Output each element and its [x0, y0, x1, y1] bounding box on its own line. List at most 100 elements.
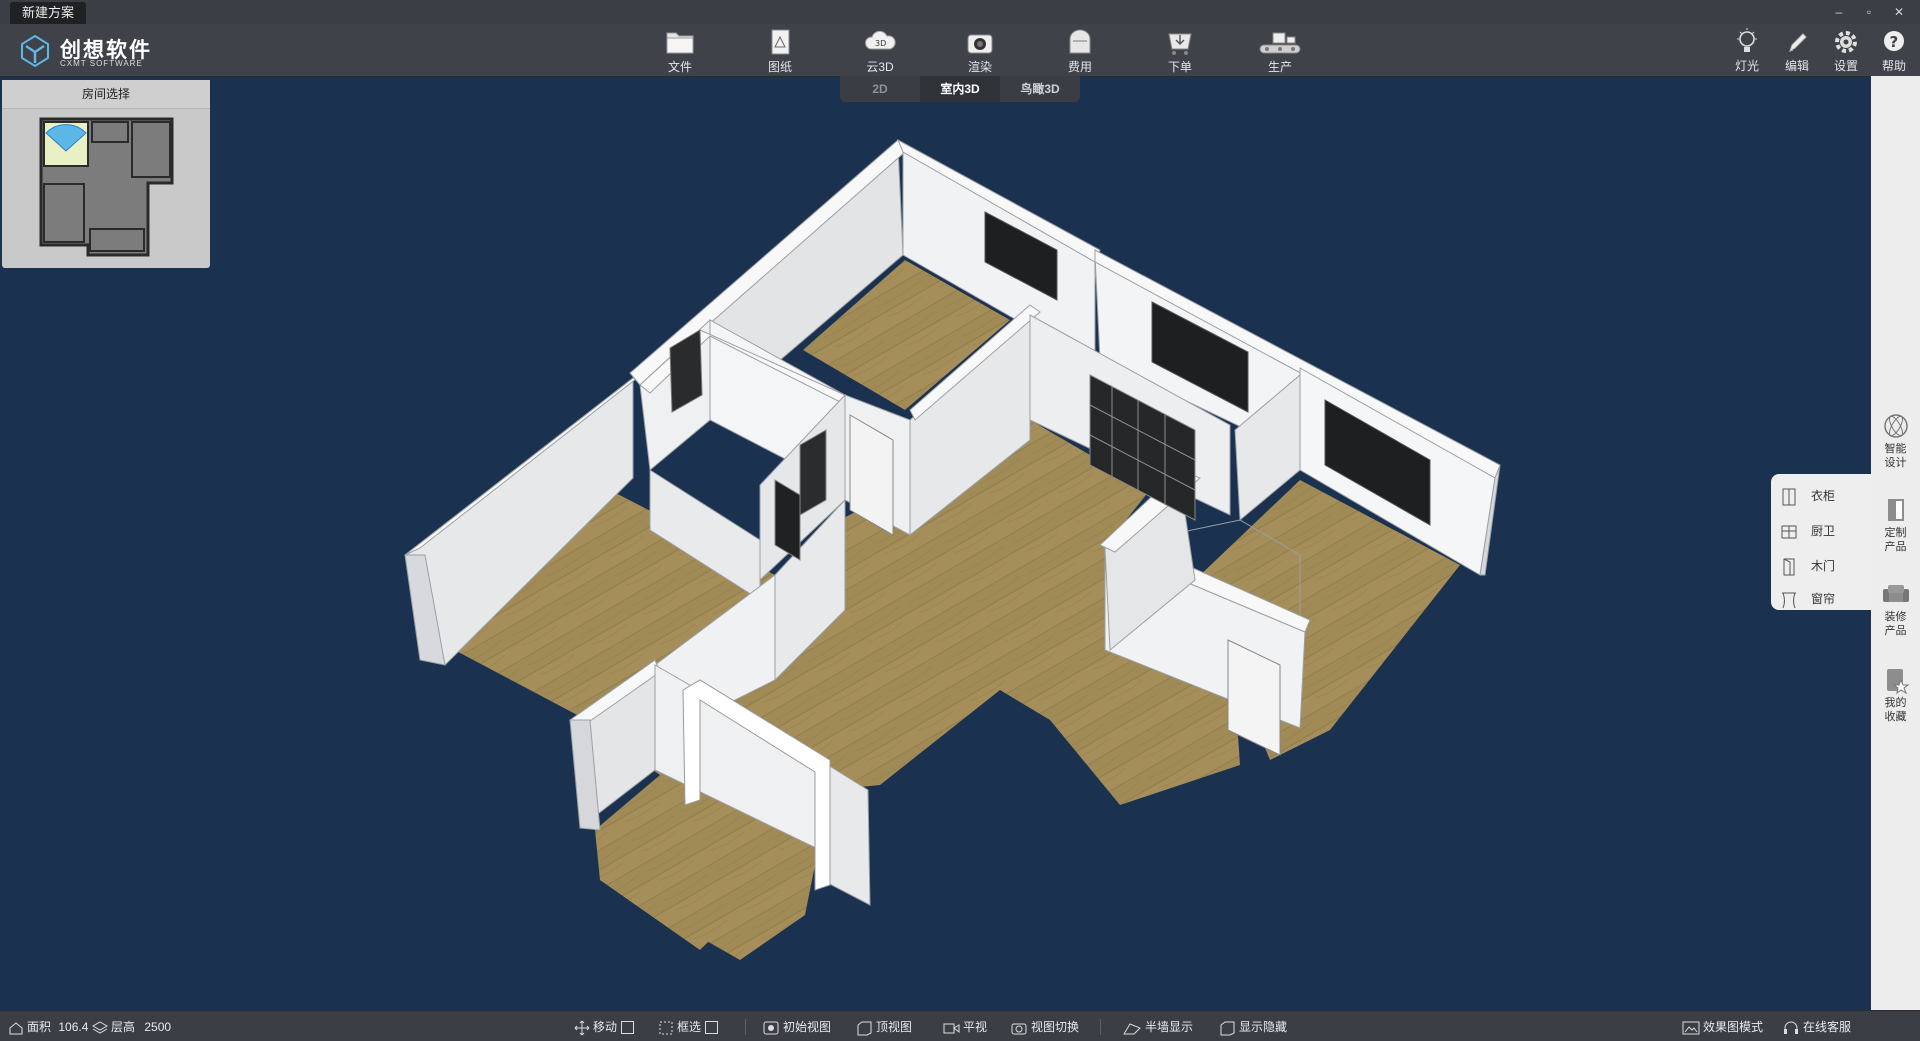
gear-icon — [1835, 31, 1857, 53]
file-label: 文件 — [667, 60, 692, 74]
settings-button[interactable]: 设置 — [1826, 27, 1866, 75]
folder-icon — [666, 32, 694, 54]
move-tool[interactable]: 移动 — [574, 1018, 635, 1036]
divider — [1100, 1019, 1101, 1035]
render-button[interactable]: 渲染 — [952, 27, 1008, 75]
help-button[interactable]: ? 帮助 — [1874, 27, 1914, 75]
view-switch-label: 视图切换 — [1031, 1020, 1080, 1034]
initial-view-label: 初始视图 — [783, 1020, 832, 1034]
custom-products-label: 定制 产品 — [1884, 527, 1907, 553]
online-service-label: 在线客服 — [1803, 1020, 1852, 1034]
edit-label: 编辑 — [1784, 59, 1809, 73]
area-value: 106.4 — [58, 1020, 89, 1034]
my-favorites-label: 我的 收藏 — [1884, 697, 1907, 723]
logo-icon — [21, 34, 49, 68]
camera-icon — [967, 34, 993, 54]
headset-icon — [1784, 1021, 1798, 1034]
smart-design-button[interactable]: 智能 设计 — [1871, 412, 1920, 470]
view-mode-switch: 2D 室内3D 鸟瞰3D — [840, 76, 1080, 102]
menu-item-curtain[interactable]: 窗帘 — [1781, 587, 1835, 611]
help-label: 帮助 — [1881, 59, 1906, 73]
decor-products-button[interactable]: 装修 产品 — [1871, 580, 1920, 638]
tab-birdseye-3d[interactable]: 鸟瞰3D — [1000, 76, 1080, 102]
initial-view-button[interactable]: 初始视图 — [762, 1018, 831, 1036]
drawing-icon — [771, 29, 790, 55]
production-button[interactable]: 生产 — [1252, 27, 1308, 75]
top-view-button[interactable]: 顶视图 — [855, 1018, 912, 1036]
order-button[interactable]: 下单 — [1152, 27, 1208, 75]
menu-item-wooden-door[interactable]: 木门 — [1781, 554, 1835, 578]
box-select-tool[interactable]: 框选 — [658, 1018, 719, 1036]
cost-label: 费用 — [1067, 60, 1092, 74]
restore-button[interactable]: ▫ — [1858, 3, 1880, 21]
decor-products-label: 装修 产品 — [1884, 611, 1907, 637]
edit-button[interactable]: 编辑 — [1777, 27, 1817, 75]
wallet-icon — [1069, 29, 1091, 54]
room-selection-panel: 房间选择 — [2, 80, 210, 268]
smart-design-label: 智能 设计 — [1884, 443, 1907, 469]
floor-plan-minimap[interactable] — [2, 109, 210, 267]
box-select-label: 框选 — [677, 1020, 702, 1034]
main-toolbar: 创想软件 CXMT SOFTWARE 文件 图纸 3D 云3D 渲染 费用 下单… — [0, 24, 1920, 77]
view-switch-button[interactable]: 视图切换 — [1010, 1018, 1079, 1036]
height-info: 层高 2500 — [91, 1018, 172, 1036]
custom-products-button[interactable]: 定制 产品 — [1871, 496, 1920, 554]
close-button[interactable]: ✕ — [1888, 3, 1910, 21]
half-wall-toggle[interactable]: 半墙显示 — [1122, 1018, 1193, 1036]
svg-text:?: ? — [1890, 33, 1899, 51]
status-bar: 面积 106.4 层高 2500 移动 框选 初始视图 顶视图 平视 视图切换 … — [0, 1010, 1920, 1041]
production-label: 生产 — [1267, 60, 1292, 74]
level-view-icon — [943, 1023, 960, 1034]
ai-atom-icon — [1883, 414, 1908, 438]
render-mode-button[interactable]: 效果图模式 — [1682, 1018, 1763, 1036]
wardrobe-label: 衣柜 — [1811, 489, 1836, 503]
tab-interior-3d[interactable]: 室内3D — [920, 76, 1000, 102]
level-view-button[interactable]: 平视 — [942, 1018, 987, 1036]
wooden-door-label: 木门 — [1811, 559, 1836, 573]
area-info: 面积 106.4 — [8, 1018, 88, 1036]
online-service-button[interactable]: 在线客服 — [1782, 1018, 1851, 1036]
my-favorites-button[interactable]: 我的 收藏 — [1871, 666, 1920, 724]
order-icon — [1168, 33, 1192, 55]
cloud-3d-button[interactable]: 3D 云3D — [852, 27, 908, 75]
drawing-label: 图纸 — [767, 60, 792, 74]
light-button[interactable]: 灯光 — [1727, 27, 1767, 75]
box-select-icon — [659, 1021, 673, 1035]
initial-view-icon — [763, 1021, 779, 1035]
kitchen-icon — [1781, 525, 1797, 539]
settings-label: 设置 — [1833, 59, 1858, 73]
tab-2d[interactable]: 2D — [840, 76, 920, 102]
file-button[interactable]: 文件 — [652, 27, 708, 75]
minimize-button[interactable]: – — [1828, 3, 1850, 21]
curtain-icon — [1782, 592, 1796, 609]
move-checkbox[interactable] — [621, 1021, 635, 1035]
drawing-button[interactable]: 图纸 — [752, 27, 808, 75]
3d-viewport[interactable] — [0, 76, 1871, 1010]
cabinet-icon — [1887, 499, 1904, 521]
cloud-3d-icon: 3D — [865, 30, 896, 50]
door-icon — [1783, 558, 1795, 576]
show-hide-label: 显示隐藏 — [1239, 1020, 1288, 1034]
favorites-icon — [1886, 669, 1909, 694]
height-value: 2500 — [144, 1020, 172, 1034]
move-icon — [574, 1020, 590, 1036]
menu-item-wardrobe[interactable]: 衣柜 — [1781, 484, 1835, 508]
level-view-label: 平视 — [963, 1020, 988, 1034]
render-mode-label: 效果图模式 — [1703, 1020, 1764, 1034]
cloud-3d-label: 云3D — [866, 60, 894, 74]
document-tab[interactable]: 新建方案 — [10, 2, 87, 24]
box-select-checkbox[interactable] — [705, 1021, 719, 1035]
show-hide-icon — [1220, 1021, 1235, 1036]
wardrobe-icon — [1782, 488, 1796, 506]
layers-icon — [91, 1021, 109, 1034]
cost-button[interactable]: 费用 — [1052, 27, 1108, 75]
menu-item-kitchen-bath[interactable]: 厨卫 — [1781, 519, 1835, 543]
show-hide-toggle[interactable]: 显示隐藏 — [1218, 1018, 1287, 1036]
svg-text:3D: 3D — [875, 39, 886, 48]
move-label: 移动 — [593, 1020, 618, 1034]
camera-switch-icon — [1011, 1023, 1027, 1035]
height-label: 层高 — [111, 1020, 136, 1034]
door-kitchen — [799, 429, 827, 516]
light-label: 灯光 — [1734, 59, 1759, 73]
top-view-label: 顶视图 — [876, 1020, 913, 1034]
